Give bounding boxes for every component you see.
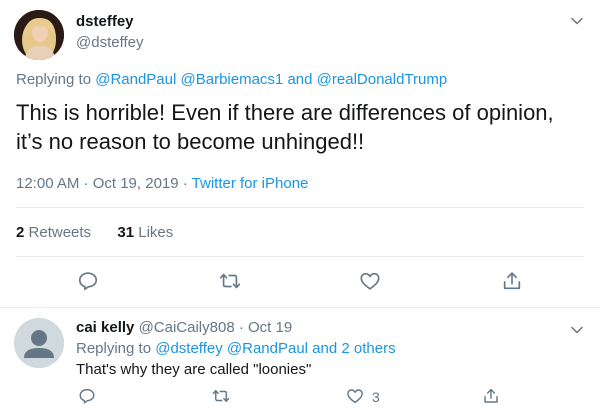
divider xyxy=(16,256,584,257)
mention-link[interactable]: @RandPaul xyxy=(95,71,176,88)
chevron-down-icon[interactable] xyxy=(570,14,584,28)
like-icon[interactable] xyxy=(346,387,364,405)
tweet-text: This is horrible! Even if there are diff… xyxy=(16,100,554,154)
user-handle[interactable]: @CaiCaily808 xyxy=(139,319,235,336)
default-avatar[interactable] xyxy=(14,318,64,368)
share-icon[interactable] xyxy=(482,387,500,405)
like-icon[interactable] xyxy=(359,270,381,292)
likes-count: 31 xyxy=(117,224,135,241)
tweet-timestamp[interactable]: 12:00 AM · Oct 19, 2019 · xyxy=(16,175,192,192)
user-handle[interactable]: @dsteffey xyxy=(76,34,144,51)
likes-label: Likes xyxy=(138,224,174,241)
reply-tweet[interactable]: cai kelly @CaiCaily808 · Oct 19 Replying… xyxy=(0,309,600,419)
display-name[interactable]: cai kelly xyxy=(76,319,134,336)
retweets-count: 2 xyxy=(16,224,25,241)
display-name[interactable]: dsteffey xyxy=(76,13,134,30)
share-icon[interactable] xyxy=(501,270,523,292)
replying-prefix: Replying to xyxy=(76,340,152,357)
like-count: 3 xyxy=(372,389,380,405)
retweet-icon[interactable] xyxy=(219,270,241,292)
avatar[interactable] xyxy=(14,10,64,60)
replying-and: and xyxy=(287,71,313,88)
reply-icon[interactable] xyxy=(77,270,99,292)
replying-prefix: Replying to xyxy=(16,71,92,88)
replying-to: Replying to @dsteffey @RandPaul and 2 ot… xyxy=(76,340,396,357)
mention-link[interactable]: @dsteffey xyxy=(155,340,223,357)
reply-text: That's why they are called "loonies" xyxy=(76,361,312,378)
replying-and: and xyxy=(312,340,338,357)
mention-link[interactable]: @realDonaldTrump xyxy=(317,71,448,88)
retweets-stat[interactable]: 2 Retweets xyxy=(16,224,91,241)
chevron-down-icon[interactable] xyxy=(570,323,584,337)
others-link[interactable]: 2 others xyxy=(341,340,395,357)
tweet-meta: 12:00 AM · Oct 19, 2019 · Twitter for iP… xyxy=(16,175,308,192)
replying-to: Replying to @RandPaul @Barbiemacs1 and @… xyxy=(16,71,447,88)
mention-link[interactable]: @RandPaul xyxy=(227,340,308,357)
retweet-icon[interactable] xyxy=(212,387,230,405)
mention-link[interactable]: @Barbiemacs1 xyxy=(181,71,284,88)
reply-icon[interactable] xyxy=(78,387,96,405)
retweets-label: Retweets xyxy=(28,224,92,241)
main-tweet: dsteffey @dsteffey Replying to @RandPaul… xyxy=(0,0,600,308)
divider xyxy=(16,207,584,208)
likes-stat[interactable]: 31 Likes xyxy=(117,224,173,241)
tweet-stats: 2 Retweets 31 Likes xyxy=(16,224,173,241)
reply-header: cai kelly @CaiCaily808 · Oct 19 xyxy=(76,319,292,336)
tweet-source[interactable]: Twitter for iPhone xyxy=(192,175,309,192)
reply-date[interactable]: · Oct 19 xyxy=(239,319,292,336)
